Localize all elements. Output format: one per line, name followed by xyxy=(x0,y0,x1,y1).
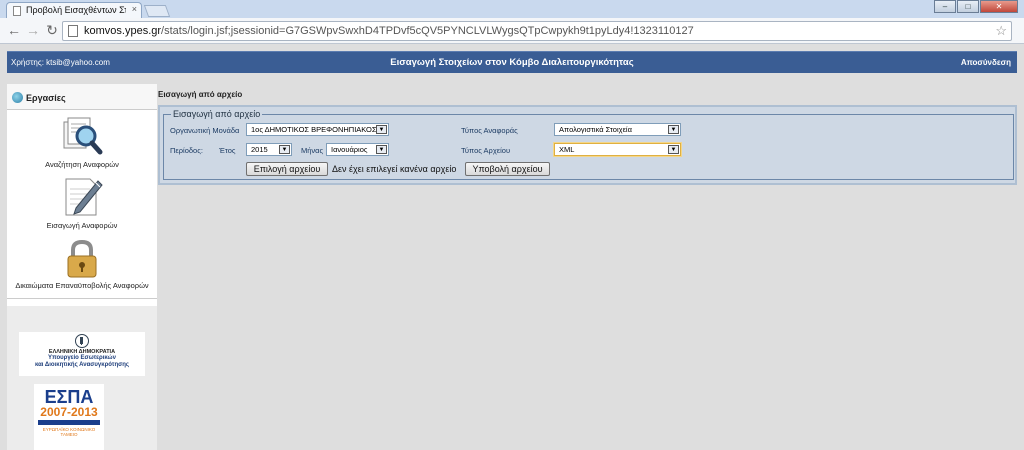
browser-tab[interactable]: Προβολή Εισαχθέντων Στ × xyxy=(6,2,142,18)
logo-bar xyxy=(38,420,100,425)
minimize-button[interactable]: ‒ xyxy=(934,0,956,13)
sidebar-heading-label: Εργασίες xyxy=(26,93,66,103)
no-file-selected-text: Δεν έχει επιλεγεί κανένα αρχείο xyxy=(332,164,457,174)
chevron-down-icon: ▼ xyxy=(668,145,679,154)
sidebar-item-resubmission-rights[interactable]: Δικαιώματα Επαναϋποβολής Αναφορών xyxy=(7,239,157,290)
file-type-value: XML xyxy=(559,145,575,154)
sidebar-divider xyxy=(7,298,157,299)
sidebar-item-label: Αναζήτηση Αναφορών xyxy=(45,160,119,169)
espa-logo: ΕΣΠΑ 2007-2013 ΕΥΡΩΠΑΪΚΟ ΚΟΙΝΩΝΙΚΟ ΤΑΜΕΙ… xyxy=(34,384,104,450)
browser-toolbar: ← → ↻ komvos.ypes.gr/stats/login.jsf;jse… xyxy=(0,18,1024,44)
sidebar-heading: Εργασίες xyxy=(7,84,157,110)
chevron-down-icon: ▼ xyxy=(279,145,290,154)
maximize-button[interactable]: □ xyxy=(957,0,979,13)
import-fieldset: Εισαγωγή από αρχείο Οργανωτική Μονάδα 1ο… xyxy=(163,109,1014,180)
logout-link[interactable]: Αποσύνδεση xyxy=(961,58,1011,67)
file-type-select[interactable]: XML ▼ xyxy=(554,143,681,156)
choose-file-button[interactable]: Επιλογή αρχείου xyxy=(246,162,328,176)
close-tab-icon[interactable]: × xyxy=(132,4,137,14)
submit-file-button[interactable]: Υποβολή αρχείου xyxy=(465,162,550,176)
tasks-icon xyxy=(12,92,23,103)
page-icon xyxy=(13,6,21,16)
app-header: Χρήστης: ktsib@yahoo.com Εισαγωγή Στοιχε… xyxy=(7,51,1017,73)
url-text: komvos.ypes.gr/stats/login.jsf;jsessioni… xyxy=(84,25,694,37)
forward-icon[interactable]: → xyxy=(25,23,41,37)
padlock-icon xyxy=(67,239,97,278)
org-unit-label: Οργανωτική Μονάδα xyxy=(170,126,240,135)
fieldset-legend: Εισαγωγή από αρχείο xyxy=(171,109,263,119)
logo-text: 2007-2013 xyxy=(40,405,98,419)
logo-text: ΕΣΠΑ xyxy=(44,387,94,407)
year-select[interactable]: 2015 ▼ xyxy=(246,143,292,156)
sidebar-logos: ΕΛΛΗΝΙΚΗ ΔΗΜΟΚΡΑΤΙΑ Υπουργείο Εσωτερικών… xyxy=(7,306,157,450)
logo-text: Υπουργείο Εσωτερικών xyxy=(48,355,116,361)
bookmark-star-icon[interactable]: ☆ xyxy=(995,23,1007,39)
sidebar: Εργασίες Αναζήτηση Αναφορών Εισαγωγή Ανα… xyxy=(7,84,157,450)
sidebar-item-search-reports[interactable]: Αναζήτηση Αναφορών xyxy=(7,114,157,169)
year-value: 2015 xyxy=(251,145,268,154)
chevron-down-icon: ▼ xyxy=(668,125,679,134)
chevron-down-icon: ▼ xyxy=(376,145,387,154)
browser-tab-bar: Προβολή Εισαχθέντων Στ × ‒ □ ✕ xyxy=(0,0,1024,18)
sidebar-item-label: Εισαγωγή Αναφορών xyxy=(46,221,118,230)
close-window-button[interactable]: ✕ xyxy=(980,0,1018,13)
org-unit-select[interactable]: 1ος ΔΗΜΟΤΙΚΟΣ ΒΡΕΦΟΝΗΠΙΑΚΟΣ ▼ xyxy=(246,123,389,136)
new-tab-button[interactable] xyxy=(143,5,171,17)
pen-paper-icon xyxy=(65,178,103,216)
file-type-label: Τύπος Αρχείου xyxy=(461,146,511,155)
main-content: Εισαγωγή από αρχείο Εισαγωγή από αρχείο … xyxy=(158,84,1017,450)
month-value: Ιανουάριος xyxy=(331,145,368,154)
import-panel: Εισαγωγή από αρχείο Οργανωτική Μονάδα 1ο… xyxy=(158,105,1017,185)
year-label: Έτος xyxy=(219,146,236,155)
month-label: Μήνας xyxy=(301,146,324,155)
breadcrumb: Εισαγωγή από αρχείο xyxy=(158,90,243,99)
logo-text: ΕΥΡΩΠΑΪΚΟ ΚΟΙΝΩΝΙΚΟ ΤΑΜΕΙΟ xyxy=(42,427,96,437)
search-reports-icon xyxy=(63,117,103,155)
org-unit-value: 1ος ΔΗΜΟΤΙΚΟΣ ΒΡΕΦΟΝΗΠΙΑΚΟΣ xyxy=(251,125,377,134)
window-controls: ‒ □ ✕ xyxy=(933,0,1018,14)
back-icon[interactable]: ← xyxy=(6,23,22,37)
report-type-value: Απολογιστικά Στοιχεία xyxy=(559,125,632,134)
address-bar[interactable]: komvos.ypes.gr/stats/login.jsf;jsessioni… xyxy=(62,21,1012,41)
hellenic-republic-logo: ΕΛΛΗΝΙΚΗ ΔΗΜΟΚΡΑΤΙΑ Υπουργείο Εσωτερικών… xyxy=(19,332,145,376)
logo-text: και Διοικητικής Ανασυγκρότησης xyxy=(34,362,130,368)
period-label: Περίοδος: xyxy=(170,146,203,155)
page-icon xyxy=(68,25,78,37)
report-type-label: Τύπος Αναφοράς xyxy=(461,126,518,135)
report-type-select[interactable]: Απολογιστικά Στοιχεία ▼ xyxy=(554,123,681,136)
month-select[interactable]: Ιανουάριος ▼ xyxy=(326,143,389,156)
page-title: Εισαγωγή Στοιχείων στον Κόμβο Διαλειτουρ… xyxy=(390,57,634,68)
sidebar-item-label: Δικαιώματα Επαναϋποβολής Αναφορών xyxy=(15,281,149,290)
tab-title: Προβολή Εισαχθέντων Στ xyxy=(26,5,126,15)
sidebar-item-import-reports[interactable]: Εισαγωγή Αναφορών xyxy=(7,175,157,230)
coat-of-arms-icon xyxy=(75,334,89,348)
reload-icon[interactable]: ↻ xyxy=(44,23,60,37)
chevron-down-icon: ▼ xyxy=(376,125,387,134)
